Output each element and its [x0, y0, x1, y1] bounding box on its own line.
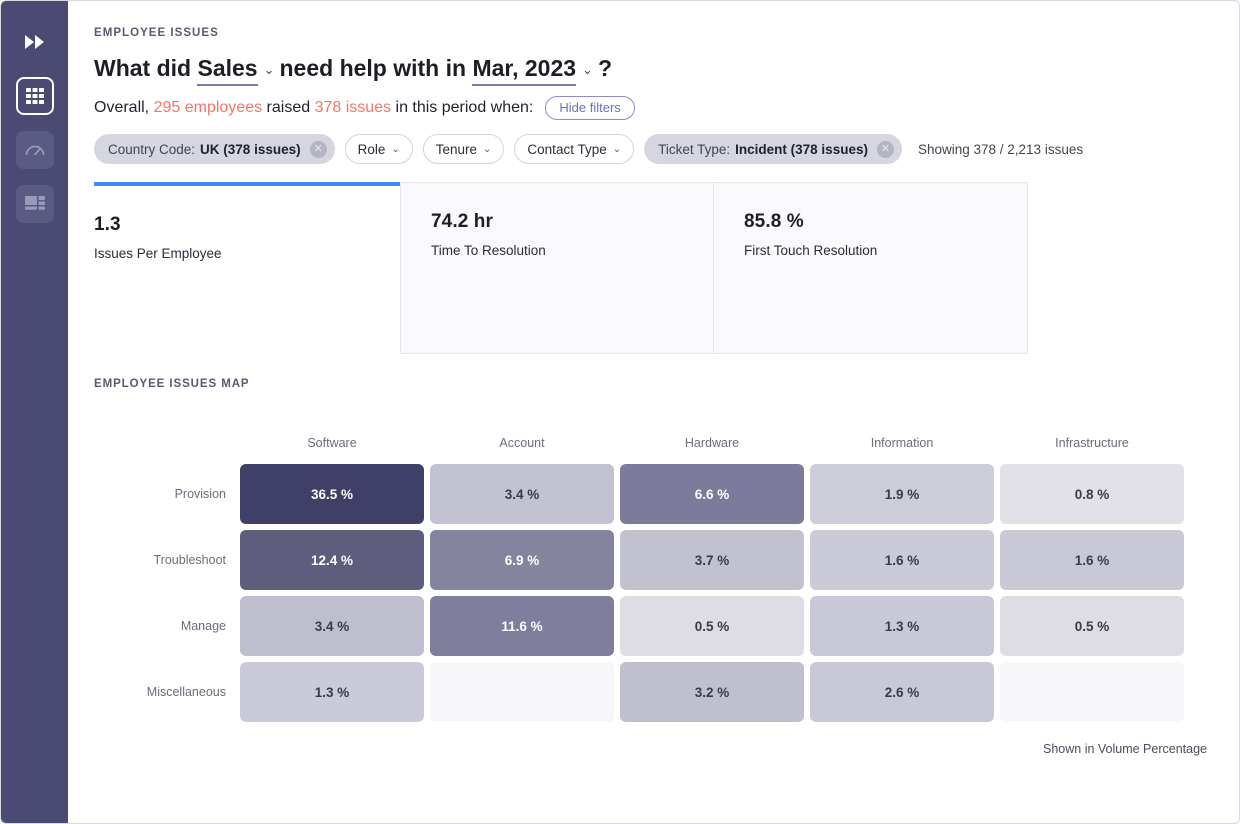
filter-dropdown-role-label: Role — [358, 142, 386, 157]
filter-chip-ticket-type-value: Incident (378 issues) — [735, 142, 868, 157]
kpi-label: First Touch Resolution — [744, 243, 1027, 258]
summary-employee-count: 295 employees — [154, 99, 263, 117]
grid-icon — [25, 87, 45, 105]
filter-dropdown-tenure-label: Tenure — [436, 142, 477, 157]
kpi-label: Time To Resolution — [431, 243, 713, 258]
tenure-chevron-down-icon: ⌄ — [483, 144, 491, 155]
heatmap-row-header: Troubleshoot — [94, 530, 234, 590]
heatmap-cell[interactable]: 0.5 % — [620, 596, 804, 656]
kpi-value: 74.2 hr — [431, 211, 713, 233]
headline-part-3: ? — [598, 54, 612, 83]
period-chevron-down-icon[interactable]: ⌄ — [582, 62, 593, 78]
showing-count-label: Showing 378 / 2,213 issues — [918, 142, 1083, 157]
filter-dropdown-contact-type-label: Contact Type — [527, 142, 606, 157]
page-title: What did Sales ⌄ need help with in Mar, … — [94, 54, 1211, 86]
heatmap-container: Software Account Hardware Information Infras… — [94, 430, 1211, 756]
filter-dropdown-tenure[interactable]: Tenure ⌄ — [423, 134, 505, 164]
heatmap-cell[interactable]: 6.9 % — [430, 530, 614, 590]
expand-rail-button[interactable] — [16, 23, 54, 61]
sidebar-item-layout-board[interactable] — [16, 185, 54, 223]
heatmap-header-row: Software Account Hardware Information Infras… — [94, 436, 1184, 458]
summary-mid: raised — [262, 99, 314, 117]
heatmap-row: Provision36.5 %3.4 %6.6 %1.9 %0.8 % — [94, 464, 1184, 524]
heatmap-cell[interactable]: 6.6 % — [620, 464, 804, 524]
heatmap-col-header: Infrastructure — [1000, 436, 1184, 458]
kpi-label: Issues Per Employee — [94, 246, 376, 261]
heatmap-cell[interactable]: 0.8 % — [1000, 464, 1184, 524]
contact-type-chevron-down-icon: ⌄ — [613, 144, 621, 155]
kpi-tab-first-touch-resolution[interactable]: 85.8 % First Touch Resolution — [714, 182, 1028, 354]
heatmap-body: Provision36.5 %3.4 %6.6 %1.9 %0.8 %Troub… — [94, 464, 1184, 722]
entity-chevron-down-icon[interactable]: ⌄ — [264, 62, 275, 78]
left-nav-rail — [1, 1, 68, 823]
kpi-tab-issues-per-employee[interactable]: 1.3 Issues Per Employee — [94, 182, 400, 354]
heatmap-cell[interactable]: 1.3 % — [810, 596, 994, 656]
remove-filter-country-code-icon[interactable]: ✕ — [310, 141, 327, 158]
heatmap-row: Troubleshoot12.4 %6.9 %3.7 %1.6 %1.6 % — [94, 530, 1184, 590]
headline-period-selector[interactable]: Mar, 2023 — [472, 54, 576, 86]
heatmap-cell[interactable]: 1.3 % — [240, 662, 424, 722]
headline-part-1: What did — [94, 54, 197, 83]
filter-bar: Country Code: UK (378 issues) ✕ Role ⌄ T… — [94, 134, 1211, 164]
kpi-value: 85.8 % — [744, 211, 1027, 233]
heatmap-cell[interactable]: 1.9 % — [810, 464, 994, 524]
heatmap-col-header: Information — [810, 436, 994, 458]
heatmap-cell[interactable] — [1000, 662, 1184, 722]
heatmap-cell[interactable]: 3.2 % — [620, 662, 804, 722]
sidebar-item-performance[interactable] — [16, 131, 54, 169]
filter-chip-country-code[interactable]: Country Code: UK (378 issues) ✕ — [94, 134, 335, 164]
heatmap-table: Software Account Hardware Information Infras… — [88, 430, 1190, 728]
heatmap-col-header: Account — [430, 436, 614, 458]
sidebar-item-grid-dashboard[interactable] — [16, 77, 54, 115]
remove-filter-ticket-type-icon[interactable]: ✕ — [877, 141, 894, 158]
heatmap-footnote: Shown in Volume Percentage — [94, 742, 1211, 756]
app-window: EMPLOYEE ISSUES What did Sales ⌄ need he… — [0, 0, 1240, 824]
heatmap-col-header: Hardware — [620, 436, 804, 458]
headline-part-2: need help with in — [280, 54, 473, 83]
filter-chip-ticket-type[interactable]: Ticket Type: Incident (378 issues) ✕ — [644, 134, 902, 164]
summary-line: Overall, 295 employees raised 378 issues… — [94, 96, 1211, 121]
filter-dropdown-contact-type[interactable]: Contact Type ⌄ — [514, 134, 634, 164]
hide-filters-button[interactable]: Hide filters — [545, 96, 634, 121]
summary-suffix: in this period when: — [391, 99, 533, 117]
kpi-value: 1.3 — [94, 214, 376, 236]
heatmap-corner-cell — [94, 436, 234, 458]
heatmap-title: EMPLOYEE ISSUES MAP — [94, 378, 1211, 390]
page-eyebrow: EMPLOYEE ISSUES — [94, 27, 1211, 39]
heatmap-cell[interactable] — [430, 662, 614, 722]
filter-chip-country-code-label: Country Code: — [108, 142, 195, 157]
headline-entity-selector[interactable]: Sales — [197, 54, 257, 86]
kpi-strip: 1.3 Issues Per Employee 74.2 hr Time To … — [94, 182, 1211, 354]
heatmap-row-header: Provision — [94, 464, 234, 524]
heatmap-cell[interactable]: 11.6 % — [430, 596, 614, 656]
heatmap-col-header: Software — [240, 436, 424, 458]
heatmap-cell[interactable]: 3.4 % — [240, 596, 424, 656]
main-content: EMPLOYEE ISSUES What did Sales ⌄ need he… — [68, 1, 1239, 823]
filter-chip-ticket-type-label: Ticket Type: — [658, 142, 730, 157]
heatmap-cell[interactable]: 1.6 % — [1000, 530, 1184, 590]
heatmap-row-header: Miscellaneous — [94, 662, 234, 722]
summary-issue-count: 378 issues — [315, 99, 392, 117]
heatmap-cell[interactable]: 12.4 % — [240, 530, 424, 590]
heatmap-cell[interactable]: 2.6 % — [810, 662, 994, 722]
dashboard-layout-icon — [24, 195, 46, 213]
heatmap-row: Manage3.4 %11.6 %0.5 %1.3 %0.5 % — [94, 596, 1184, 656]
gauge-icon — [24, 141, 46, 159]
heatmap-cell[interactable]: 3.7 % — [620, 530, 804, 590]
summary-prefix: Overall, — [94, 99, 154, 117]
kpi-tab-time-to-resolution[interactable]: 74.2 hr Time To Resolution — [400, 182, 714, 354]
filter-chip-country-code-value: UK (378 issues) — [200, 142, 301, 157]
role-chevron-down-icon: ⌄ — [391, 144, 399, 155]
heatmap-cell[interactable]: 36.5 % — [240, 464, 424, 524]
filter-dropdown-role[interactable]: Role ⌄ — [345, 134, 413, 164]
heatmap-row: Miscellaneous1.3 % 3.2 %2.6 % — [94, 662, 1184, 722]
heatmap-cell[interactable]: 1.6 % — [810, 530, 994, 590]
heatmap-cell[interactable]: 0.5 % — [1000, 596, 1184, 656]
heatmap-cell[interactable]: 3.4 % — [430, 464, 614, 524]
heatmap-row-header: Manage — [94, 596, 234, 656]
double-chevron-right-icon — [24, 34, 46, 50]
